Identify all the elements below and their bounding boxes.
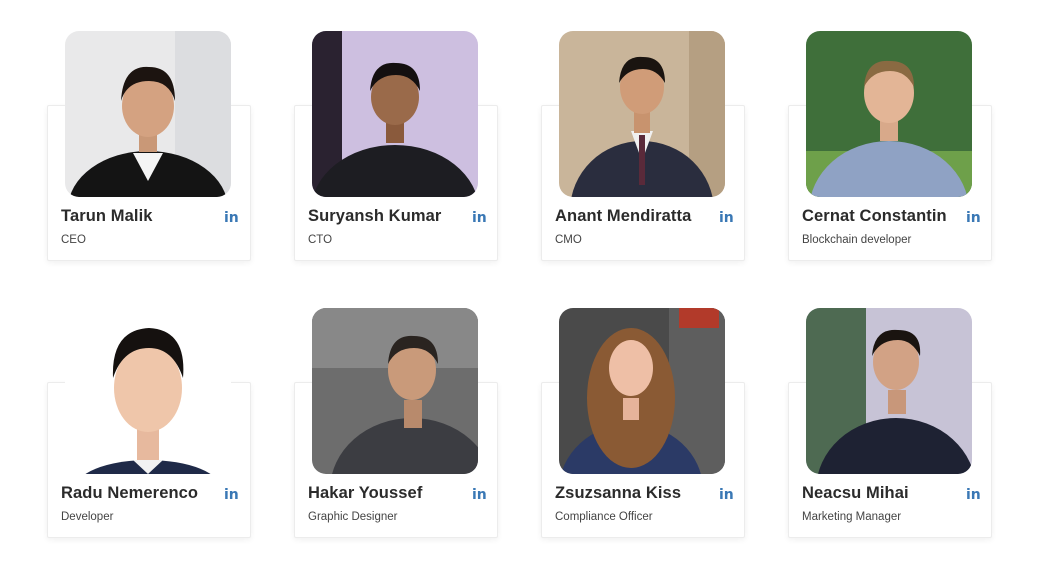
- member-name: Tarun Malik: [61, 207, 153, 225]
- linkedin-icon[interactable]: in: [719, 487, 734, 503]
- person-photo-icon: [65, 308, 231, 474]
- member-name: Zsuzsanna Kiss: [555, 484, 682, 502]
- member-role: Compliance Officer: [555, 511, 653, 523]
- team-photo-tarun-malik: [65, 31, 231, 197]
- member-name: Anant Mendiratta: [555, 207, 692, 225]
- linkedin-icon[interactable]: in: [966, 210, 981, 226]
- member-name: Hakar Youssef: [308, 484, 423, 502]
- person-photo-icon: [559, 31, 725, 197]
- linkedin-icon[interactable]: in: [472, 210, 487, 226]
- person-photo-icon: [312, 31, 478, 197]
- member-role: Graphic Designer: [308, 511, 398, 523]
- linkedin-icon[interactable]: in: [472, 487, 487, 503]
- member-name: Radu Nemerenco: [61, 484, 199, 502]
- team-grid: Tarun Malik CEO in Suryansh Kumar CTO in…: [0, 0, 1059, 572]
- member-role: Marketing Manager: [802, 511, 902, 523]
- linkedin-icon[interactable]: in: [966, 487, 981, 503]
- team-photo-zsuzsanna-kiss: [559, 308, 725, 474]
- member-role: Developer: [61, 511, 114, 523]
- member-name: Cernat Constantin: [802, 207, 947, 225]
- member-role: CTO: [308, 234, 333, 246]
- person-photo-icon: [559, 308, 725, 474]
- member-role: CEO: [61, 234, 86, 246]
- member-name: Suryansh Kumar: [308, 207, 442, 225]
- linkedin-icon[interactable]: in: [224, 210, 239, 226]
- person-photo-icon: [806, 308, 972, 474]
- member-name: Neacsu Mihai: [802, 484, 909, 502]
- team-photo-suryansh-kumar: [312, 31, 478, 197]
- member-role: Blockchain developer: [802, 234, 912, 246]
- team-photo-anant-mendiratta: [559, 31, 725, 197]
- person-photo-icon: [806, 31, 972, 197]
- person-photo-icon: [312, 308, 478, 474]
- team-photo-radu-nemerenco: [65, 308, 231, 474]
- person-photo-icon: [65, 31, 231, 197]
- team-photo-neacsu-mihai: [806, 308, 972, 474]
- member-role: CMO: [555, 234, 582, 246]
- team-photo-hakar-youssef: [312, 308, 478, 474]
- linkedin-icon[interactable]: in: [224, 487, 239, 503]
- team-photo-cernat-constantin: [806, 31, 972, 197]
- linkedin-icon[interactable]: in: [719, 210, 734, 226]
